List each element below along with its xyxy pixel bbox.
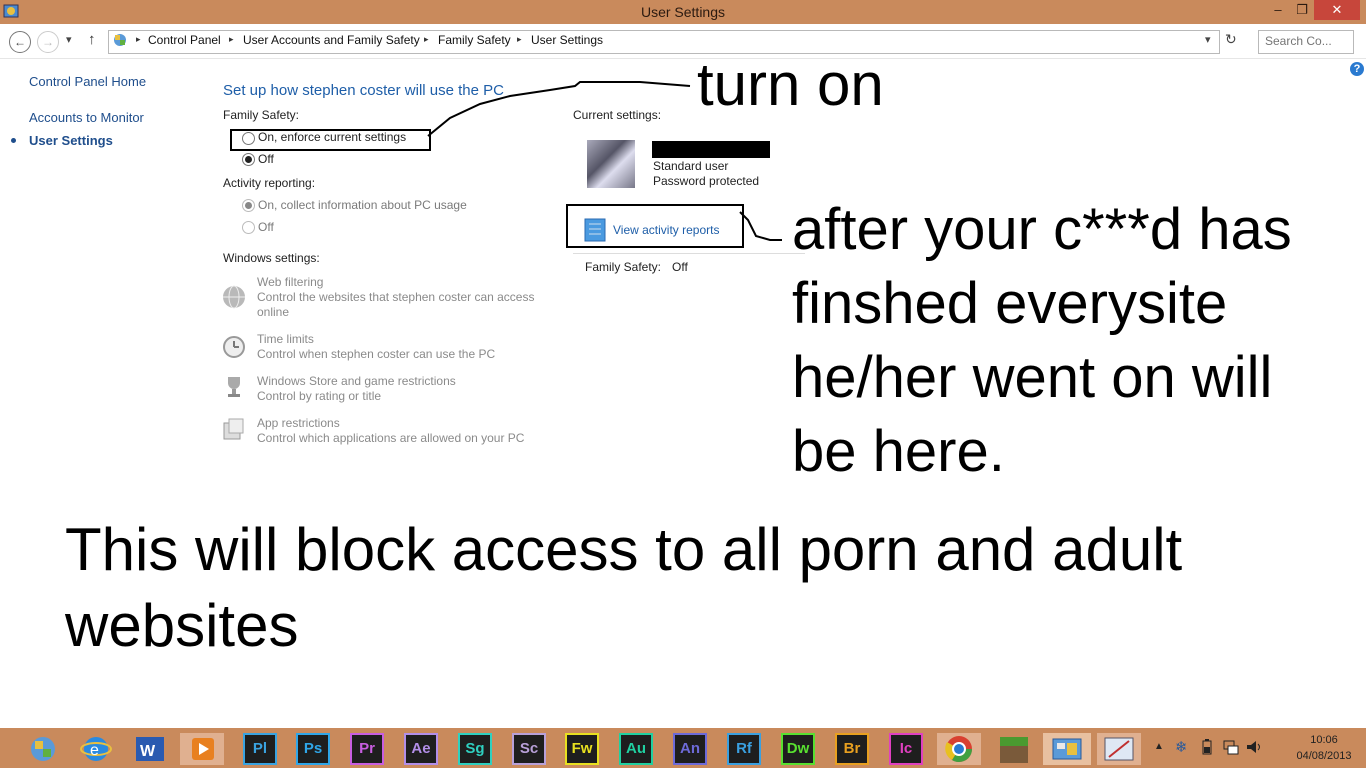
annotation-after-line-3: he/her went on will	[792, 345, 1273, 410]
taskbar-control-panel-active-icon[interactable]	[1043, 733, 1091, 765]
tray-show-hidden-icon[interactable]: ▲	[1154, 741, 1164, 752]
taskbar-word-icon[interactable]: W	[134, 733, 166, 765]
taskbar-app-pl[interactable]: Pl	[243, 733, 277, 765]
annotation-bottom-line-2: websites	[65, 592, 299, 659]
taskbar-minecraft-icon[interactable]	[998, 733, 1030, 765]
annotation-after-line-1: after your c***d has	[792, 197, 1292, 262]
taskbar-snipping-tool-icon[interactable]	[1097, 733, 1141, 765]
tray-network-icon[interactable]	[1223, 739, 1239, 755]
taskbar-app-fw[interactable]: Fw	[565, 733, 599, 765]
taskbar-media-player-icon[interactable]	[180, 733, 224, 765]
taskbar-chrome-icon[interactable]	[937, 733, 981, 765]
taskbar-app-au[interactable]: Au	[619, 733, 653, 765]
annotation-after-line-2: finshed everysite	[792, 271, 1228, 336]
clock-date[interactable]: 04/08/2013	[1296, 750, 1352, 762]
taskbar-app-ic[interactable]: Ic	[889, 733, 923, 765]
taskbar-app-ae[interactable]: Ae	[404, 733, 438, 765]
taskbar-app-rf[interactable]: Rf	[727, 733, 761, 765]
taskbar-ie-icon[interactable]: e	[80, 733, 112, 765]
taskbar-app-br[interactable]: Br	[835, 733, 869, 765]
svg-text:e: e	[90, 742, 99, 759]
taskbar-app-ps[interactable]: Ps	[296, 733, 330, 765]
annotation-bottom-line-1: This will block access to all porn and a…	[65, 516, 1183, 583]
tray-snowflake-icon[interactable]: ❄	[1175, 738, 1188, 756]
taskbar-app-sc[interactable]: Sc	[512, 733, 546, 765]
annotation-turn-on: turn on	[697, 51, 884, 118]
svg-text:W: W	[140, 743, 156, 760]
taskbar-app-sg[interactable]: Sg	[458, 733, 492, 765]
clock-time[interactable]: 10:06	[1296, 734, 1352, 746]
tray-battery-icon[interactable]	[1200, 739, 1214, 755]
taskbar-app-pr[interactable]: Pr	[350, 733, 384, 765]
taskbar-control-panel-icon[interactable]	[27, 733, 59, 765]
annotation-after-line-4: be here.	[792, 419, 1005, 484]
taskbar-app-dw[interactable]: Dw	[781, 733, 815, 765]
taskbar-app-an[interactable]: An	[673, 733, 707, 765]
tray-volume-icon[interactable]	[1246, 739, 1262, 755]
